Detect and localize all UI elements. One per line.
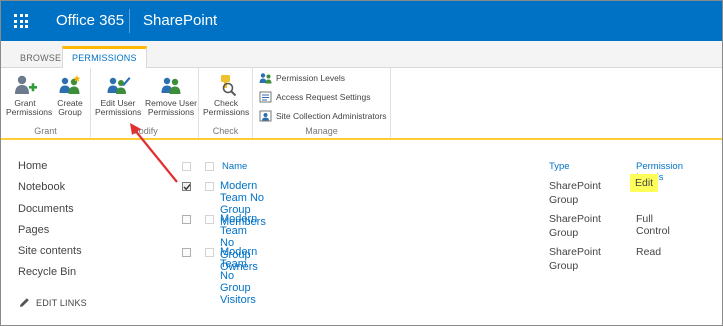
row-permission-level-visitors: Read	[636, 246, 662, 258]
edit-user-permissions-icon	[107, 77, 131, 94]
group-link-visitors[interactable]: Modern Team No Group Visitors	[220, 246, 257, 306]
create-group-label: Create Group	[57, 98, 83, 117]
header-item-checkbox[interactable]	[205, 162, 214, 171]
access-request-settings-label: Access Request Settings	[276, 92, 371, 102]
row-type-owners: SharePoint Group	[549, 213, 601, 239]
site-collection-administrators-icon	[259, 110, 272, 122]
edit-user-permissions-button[interactable]: Edit User Permissions	[95, 74, 141, 117]
permission-levels-label: Permission Levels	[276, 73, 345, 83]
checkmark-icon	[183, 184, 191, 191]
ribbon-group-manage-label: Manage	[305, 126, 338, 136]
app-launcher-icon[interactable]	[1, 1, 41, 41]
ribbon-group-manage: Permission Levels Access Request Setting…	[253, 68, 391, 138]
tab-permissions[interactable]: PERMISSIONS	[62, 46, 147, 69]
row-type-visitors: SharePoint Group	[549, 246, 601, 272]
suite-bar: Office 365 SharePoint	[1, 1, 722, 41]
ribbon-group-modify: Edit User Permissions Remove User Permis…	[91, 68, 199, 138]
edit-user-permissions-label: Edit User Permissions	[95, 98, 142, 117]
highlighted-permission-level: Edit	[630, 174, 659, 192]
nav-item-site-contents[interactable]: Site contents	[18, 241, 158, 262]
ribbon-group-modify-label: Modify	[131, 126, 158, 136]
check-permissions-button[interactable]: Check Permissions	[203, 74, 249, 117]
ribbon-tab-row: BROWSE PERMISSIONS	[1, 41, 722, 69]
row-select-checkbox[interactable]	[182, 182, 191, 191]
office-365-link[interactable]: Office 365	[56, 12, 124, 29]
check-permissions-icon	[221, 75, 237, 96]
row-item-checkbox[interactable]	[205, 248, 214, 257]
ribbon-group-check: Check Permissions Check	[199, 68, 253, 138]
grant-permissions-label: Grant Permissions	[6, 98, 53, 117]
nav-item-pages[interactable]: Pages	[18, 220, 158, 241]
ribbon-group-check-label: Check	[212, 126, 239, 136]
remove-user-permissions-button[interactable]: Remove User Permissions	[145, 74, 197, 117]
row-select-checkbox[interactable]	[182, 215, 191, 224]
create-group-button[interactable]: Create Group	[53, 74, 87, 117]
edit-links-label: EDIT LINKS	[36, 297, 87, 308]
row-permission-level-owners: Full Control	[636, 213, 670, 237]
ribbon-group-grant-label: Grant	[34, 126, 57, 136]
access-request-settings-button[interactable]: Access Request Settings	[259, 90, 371, 104]
permission-levels-icon	[259, 73, 272, 84]
row-item-checkbox[interactable]	[205, 182, 214, 191]
sharepoint-link[interactable]: SharePoint	[143, 12, 217, 29]
nav-item-home[interactable]: Home	[18, 156, 158, 177]
edit-links-button[interactable]: EDIT LINKS	[19, 297, 87, 308]
grant-permissions-icon	[15, 75, 37, 94]
row-select-checkbox[interactable]	[182, 248, 191, 257]
nav-item-documents[interactable]: Documents	[18, 199, 158, 220]
suite-bar-divider	[129, 9, 130, 33]
sharepoint-window: Office 365 SharePoint BROWSE PERMISSIONS…	[0, 0, 723, 326]
ribbon: Grant Permissions Create Group Grant Edi…	[1, 68, 722, 140]
ribbon-group-grant: Grant Permissions Create Group Grant	[1, 68, 91, 138]
site-collection-administrators-label: Site Collection Administrators	[276, 111, 387, 121]
quick-launch: Home Notebook Documents Pages Site conte…	[18, 156, 158, 284]
permission-levels-button[interactable]: Permission Levels	[259, 71, 345, 85]
column-header-type[interactable]: Type	[549, 161, 570, 172]
row-item-checkbox[interactable]	[205, 215, 214, 224]
column-header-name[interactable]: Name	[222, 161, 247, 172]
row-type-members: SharePoint Group	[549, 180, 601, 206]
check-permissions-label: Check Permissions	[203, 98, 250, 117]
pencil-icon	[20, 298, 29, 307]
select-all-checkbox[interactable]	[182, 162, 191, 171]
access-request-settings-icon	[259, 91, 272, 103]
nav-item-notebook[interactable]: Notebook	[18, 177, 158, 198]
nav-item-recycle-bin[interactable]: Recycle Bin	[18, 262, 158, 283]
create-group-icon	[59, 75, 81, 94]
site-collection-administrators-button[interactable]: Site Collection Administrators	[259, 109, 387, 123]
remove-user-permissions-icon	[161, 77, 181, 94]
row-permission-level-members: Edit	[630, 174, 659, 192]
remove-user-permissions-label: Remove User Permissions	[145, 98, 197, 117]
grant-permissions-button[interactable]: Grant Permissions	[6, 74, 53, 117]
